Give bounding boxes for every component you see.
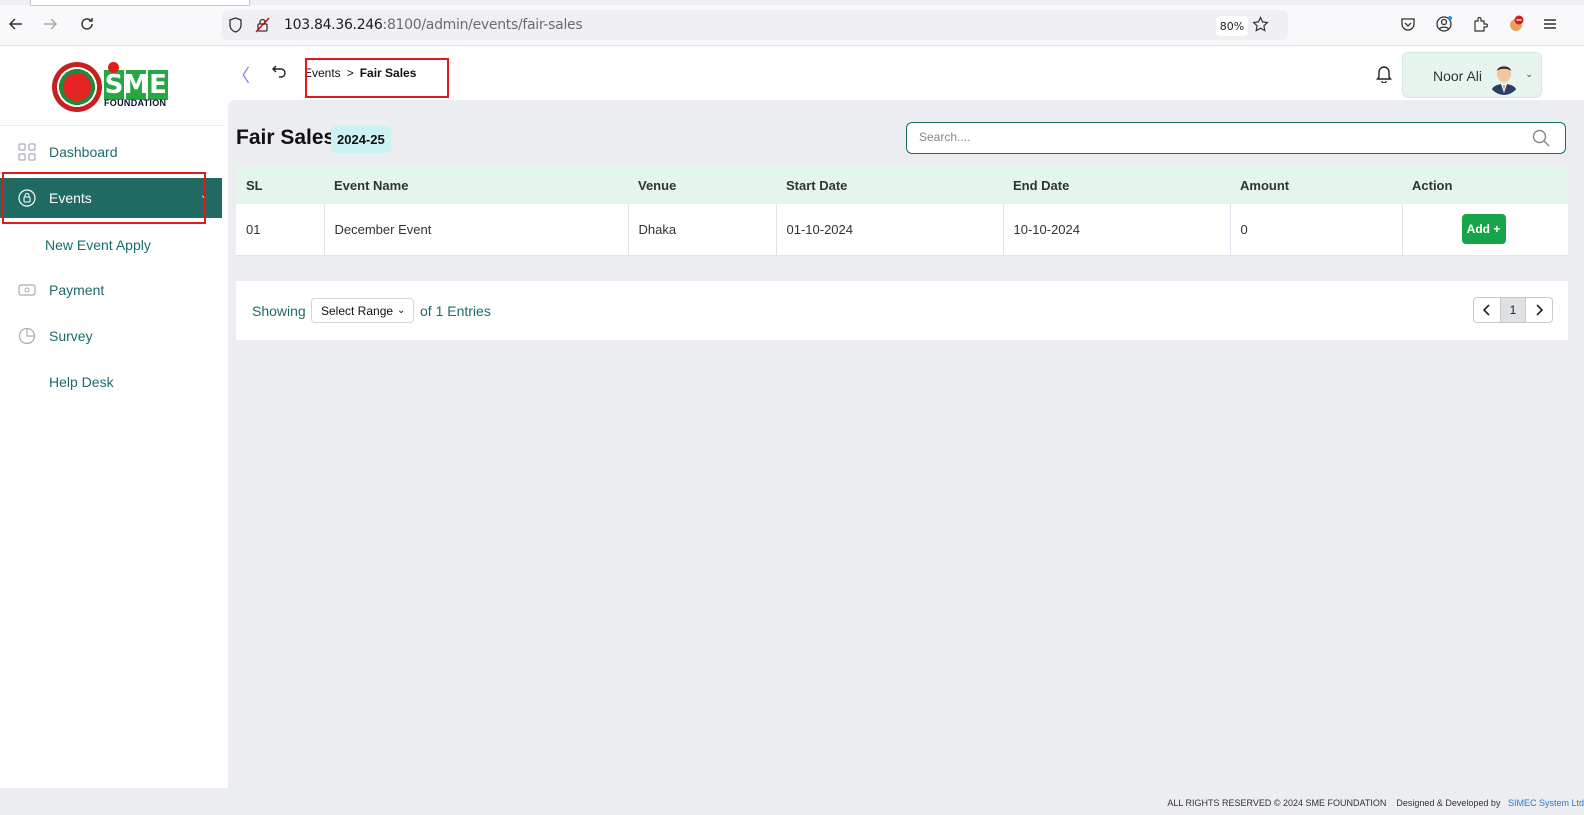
avatar <box>1487 57 1521 95</box>
user-name: Noor Ali <box>1433 68 1483 84</box>
footer-text: ALL RIGHTS RESERVED © 2024 SME FOUNDATIO… <box>1167 798 1584 808</box>
logo-letter-m: M <box>123 70 149 100</box>
events-table-wrapper: SL Event Name Venue Start Date End Date … <box>236 166 1568 256</box>
logo-letter-e: E <box>148 70 168 100</box>
pagination-bar: Showing Select Range ⌄ of 1 Entries 1 <box>236 281 1568 340</box>
grid-icon <box>18 143 36 161</box>
column-header-event-name: Event Name <box>334 177 409 193</box>
user-menu[interactable]: Noor Ali ⌄ <box>1402 52 1542 98</box>
column-header-end-date: End Date <box>1013 177 1070 193</box>
lock-icon <box>18 189 36 207</box>
add-button[interactable]: Add + <box>1461 214 1506 245</box>
breadcrumb-current: Fair Sales <box>359 66 417 80</box>
logo-foundation-text: FOUNDATION <box>104 98 167 108</box>
footer-developer-link[interactable]: SIMEC System Ltd <box>1508 798 1584 808</box>
showing-label: Showing <box>252 303 306 319</box>
back-arrow-icon[interactable] <box>5 13 27 35</box>
extension-badge-icon[interactable] <box>1506 14 1526 34</box>
insecure-lock-icon[interactable] <box>255 17 270 38</box>
bell-notification-icon[interactable] <box>1375 63 1395 84</box>
search-input[interactable] <box>919 130 1519 144</box>
bangladesh-seal-logo <box>52 62 102 112</box>
entries-count: of 1 Entries <box>420 303 491 319</box>
extensions-puzzle-icon[interactable] <box>1470 14 1490 34</box>
chevron-down-icon: ⌄ <box>397 305 406 316</box>
range-select-value: Select Range <box>321 303 394 318</box>
forward-arrow-icon[interactable] <box>39 13 61 35</box>
sidebar-item-label: Dashboard <box>49 144 118 160</box>
search-icon[interactable] <box>1532 129 1550 147</box>
cell-end-date: 10-10-2024 <box>1003 204 1231 256</box>
table-header-row: SL Event Name Venue Start Date End Date … <box>236 166 1568 204</box>
card-icon <box>18 281 36 299</box>
page-title: Fair Sales <box>236 126 336 149</box>
sidebar-item-events[interactable]: Events ⌄ <box>0 178 222 218</box>
reload-icon[interactable] <box>76 13 98 35</box>
table-row: 01 December Event Dhaka 01-10-2024 10-10… <box>236 204 1568 256</box>
footer-rights: ALL RIGHTS RESERVED © 2024 SME FOUNDATIO… <box>1167 798 1387 808</box>
sidebar-item-label: Events <box>49 190 92 206</box>
collapse-sidebar-icon[interactable]: 〈 <box>232 62 250 88</box>
account-icon[interactable] <box>1434 14 1454 34</box>
breadcrumb: Events > Fair Sales <box>304 66 416 80</box>
page-number[interactable]: 1 <box>1500 298 1526 322</box>
logo-letter-s: S <box>104 70 124 100</box>
chevron-right-icon: > <box>346 66 354 80</box>
sidebar-item-payment[interactable]: Payment <box>0 270 222 310</box>
cell-action: Add + <box>1402 204 1568 256</box>
star-bookmark-icon[interactable] <box>1250 14 1270 34</box>
undo-back-icon[interactable] <box>271 63 289 81</box>
browser-tab[interactable] <box>30 0 250 6</box>
range-select-dropdown[interactable]: Select Range ⌄ <box>311 298 414 323</box>
year-badge: 2024-25 <box>331 126 391 153</box>
menu-hamburger-icon[interactable] <box>1540 14 1560 34</box>
zoom-level[interactable]: 80% <box>1216 16 1248 36</box>
url-host: 103.84.36.246 <box>284 17 383 33</box>
column-header-action: Action <box>1412 177 1453 193</box>
pie-icon <box>18 327 36 345</box>
sidebar-item-survey[interactable]: Survey <box>0 316 222 356</box>
sidebar-item-label: Survey <box>49 328 93 344</box>
url-text[interactable]: 103.84.36.246:8100/admin/events/fair-sal… <box>284 17 583 33</box>
cell-venue: Dhaka <box>628 204 777 256</box>
shield-icon <box>228 17 243 38</box>
sidebar-subitem-new-event-apply[interactable]: New Event Apply <box>45 237 151 253</box>
cell-start-date: 01-10-2024 <box>776 204 1004 256</box>
sidebar-item-dashboard[interactable]: Dashboard <box>0 132 222 172</box>
cell-amount: 0 <box>1230 204 1403 256</box>
column-header-start-date: Start Date <box>786 177 848 193</box>
pocket-icon[interactable] <box>1398 14 1418 34</box>
page-navigator: 1 <box>1473 297 1553 323</box>
prev-page-icon[interactable] <box>1474 298 1500 322</box>
search-field[interactable] <box>906 122 1566 154</box>
sidebar-item-label: Payment <box>49 282 105 298</box>
chevron-down-icon: ⌄ <box>200 190 209 201</box>
column-header-amount: Amount <box>1240 177 1290 193</box>
next-page-icon[interactable] <box>1526 298 1552 322</box>
address-bar[interactable]: 103.84.36.246:8100/admin/events/fair-sal… <box>222 10 1288 40</box>
footer: ALL RIGHTS RESERVED © 2024 SME FOUNDATIO… <box>0 788 1584 815</box>
events-table: SL Event Name Venue Start Date End Date … <box>236 166 1568 256</box>
breadcrumb-parent[interactable]: Events <box>304 66 341 80</box>
cell-sl: 01 <box>236 204 325 256</box>
footer-designed-by: Designed & Developed by <box>1396 798 1501 808</box>
column-header-sl: SL <box>246 177 263 193</box>
sidebar-item-help-desk[interactable]: Help Desk <box>0 362 222 402</box>
url-path: :8100/admin/events/fair-sales <box>382 17 583 33</box>
column-header-venue: Venue <box>638 177 677 193</box>
chevron-down-icon: ⌄ <box>1525 69 1534 80</box>
logo-dot <box>108 62 119 73</box>
sidebar-item-label: Help Desk <box>49 374 114 390</box>
cell-event-name: December Event <box>324 204 629 256</box>
